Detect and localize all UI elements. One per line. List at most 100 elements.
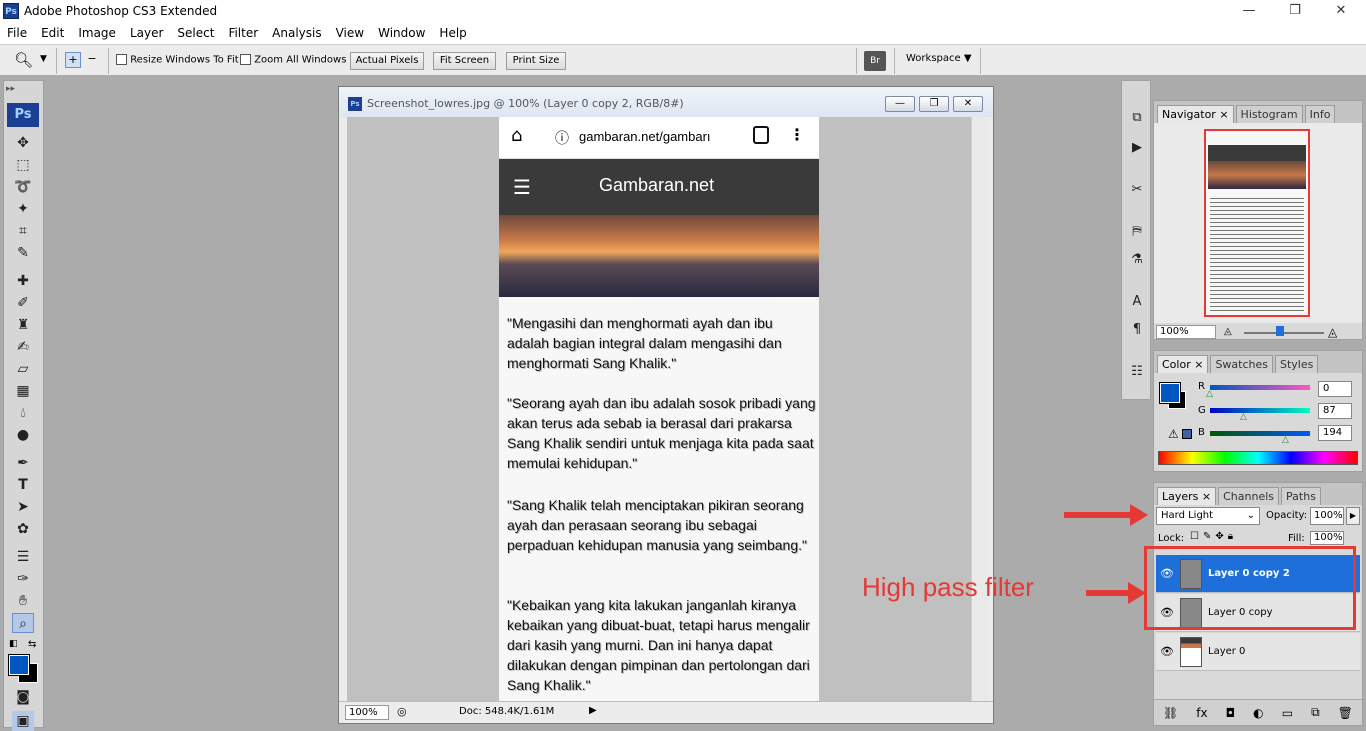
default-colors-icon[interactable]: ◧: [9, 639, 18, 649]
fill-input[interactable]: 100%: [1310, 531, 1344, 545]
eyedropper-tool-icon[interactable]: ✑: [12, 569, 34, 589]
maximize-button[interactable]: ❐: [1272, 0, 1318, 22]
fit-screen-button[interactable]: Fit Screen: [433, 52, 496, 70]
document-window[interactable]: Ps Screenshot_lowres.jpg @ 100% (Layer 0…: [338, 86, 994, 724]
resize-windows-checkbox[interactable]: Resize Windows To Fit: [116, 54, 239, 66]
channel-r-thumb-icon[interactable]: △: [1206, 389, 1213, 399]
close-button[interactable]: ✕: [1318, 0, 1364, 22]
channel-b-slider[interactable]: [1210, 431, 1310, 436]
zoom-in-icon[interactable]: +: [65, 52, 81, 68]
tab-histogram[interactable]: Histogram: [1235, 105, 1303, 123]
menu-select[interactable]: Select: [170, 26, 221, 40]
marquee-tool-icon[interactable]: ⬚: [12, 155, 34, 175]
folder-icon[interactable]: ▭: [1282, 706, 1293, 720]
channel-g-input[interactable]: 87: [1318, 403, 1352, 419]
channel-b-input[interactable]: 194: [1318, 425, 1352, 441]
new-layer-icon[interactable]: ⧉: [1311, 705, 1320, 720]
navigator-slider-thumb[interactable]: [1276, 326, 1284, 336]
layer-row[interactable]: 👁︎ Layer 0: [1156, 633, 1360, 671]
navigator-zoom-slider[interactable]: [1244, 332, 1324, 334]
menu-analysis[interactable]: Analysis: [265, 26, 328, 40]
clone-stamp-tool-icon[interactable]: ♜: [12, 315, 34, 335]
minimize-button[interactable]: —: [1226, 0, 1272, 22]
slice-tool-icon[interactable]: ✎: [12, 243, 34, 263]
tab-color[interactable]: Color ×: [1157, 355, 1209, 373]
paragraph-panel-icon[interactable]: ¶: [1126, 319, 1148, 341]
tab-paths[interactable]: Paths: [1281, 487, 1321, 505]
status-info-icon[interactable]: ◎: [397, 705, 407, 718]
out-of-gamut-warning-icon[interactable]: ⚠: [1168, 427, 1179, 441]
adjustment-icon[interactable]: ◐: [1253, 706, 1263, 720]
history-brush-tool-icon[interactable]: ✍: [12, 337, 34, 357]
tool-preset-dropdown[interactable]: ▼: [40, 54, 47, 64]
channel-g-slider[interactable]: [1210, 408, 1310, 413]
healing-brush-tool-icon[interactable]: ✚: [12, 271, 34, 291]
actions-panel-icon[interactable]: ▶: [1126, 137, 1148, 159]
gradient-tool-icon[interactable]: ▦: [12, 381, 34, 401]
tab-layers[interactable]: Layers ×: [1157, 487, 1217, 505]
doc-close-button[interactable]: ✕: [953, 96, 983, 112]
notes-tool-icon[interactable]: ☰: [12, 547, 34, 567]
fx-icon[interactable]: fx: [1196, 706, 1207, 720]
menu-window[interactable]: Window: [371, 26, 432, 40]
opacity-input[interactable]: 100%: [1310, 507, 1344, 525]
zoom-level-field[interactable]: 100%: [345, 705, 389, 720]
menu-filter[interactable]: Filter: [221, 26, 265, 40]
tab-channels[interactable]: Channels: [1218, 487, 1280, 505]
tab-swatches[interactable]: Swatches: [1210, 355, 1273, 373]
color-spectrum-bar[interactable]: [1158, 451, 1358, 465]
zoom-out-small-icon[interactable]: ◬: [1224, 326, 1232, 337]
menu-file[interactable]: File: [0, 26, 34, 40]
menu-help[interactable]: Help: [432, 26, 473, 40]
path-selection-tool-icon[interactable]: ➤: [12, 497, 34, 517]
menu-layer[interactable]: Layer: [123, 26, 170, 40]
channel-r-slider[interactable]: [1210, 385, 1310, 390]
actual-pixels-button[interactable]: Actual Pixels: [350, 52, 424, 70]
quick-mask-icon[interactable]: ◙: [12, 687, 34, 707]
character-panel-icon[interactable]: A: [1126, 291, 1148, 313]
tab-styles[interactable]: Styles: [1275, 355, 1319, 373]
navigator-view-box[interactable]: [1204, 129, 1310, 317]
tab-navigator[interactable]: Navigator ×: [1157, 105, 1234, 123]
opacity-arrow-icon[interactable]: ▶: [1346, 507, 1360, 525]
magic-wand-tool-icon[interactable]: ✦: [12, 199, 34, 219]
mask-icon[interactable]: ◘: [1226, 706, 1236, 720]
canvas[interactable]: ⌂ ⓘ gambaran.net/gambarı ⋮ ☰ Gambaran.ne…: [347, 117, 971, 701]
channel-r-input[interactable]: 0: [1318, 381, 1352, 397]
notes-panel-icon[interactable]: ☷: [1126, 361, 1148, 383]
zoom-in-small-icon[interactable]: ◬: [1328, 325, 1337, 339]
doc-minimize-button[interactable]: —: [885, 96, 915, 112]
link-icon[interactable]: ⛓: [1163, 706, 1178, 720]
toolbox-grip-icon[interactable]: ▸▸: [6, 84, 15, 94]
workspace-dropdown[interactable]: Workspace ▼: [906, 53, 972, 64]
zoom-tool-icon[interactable]: 🔍︎: [14, 51, 33, 69]
tool-presets-icon[interactable]: ✂: [1126, 179, 1148, 201]
vertical-scrollbar[interactable]: [971, 117, 989, 701]
document-title-bar[interactable]: Ps Screenshot_lowres.jpg @ 100% (Layer 0…: [339, 87, 993, 117]
trash-icon[interactable]: 🗑︎: [1338, 706, 1353, 720]
lasso-tool-icon[interactable]: ➰: [12, 177, 34, 197]
blur-tool-icon[interactable]: 💧︎: [12, 403, 34, 423]
blend-mode-select[interactable]: Hard Light ⌄: [1156, 507, 1260, 525]
status-menu-arrow-icon[interactable]: ▶: [589, 705, 597, 716]
lock-icons[interactable]: ☐✎✥🔒︎: [1190, 531, 1237, 542]
eye-icon[interactable]: 👁︎: [1160, 645, 1174, 659]
move-tool-icon[interactable]: ✥: [12, 133, 34, 153]
channel-b-thumb-icon[interactable]: △: [1282, 435, 1289, 445]
brush-tool-icon[interactable]: ✐: [12, 293, 34, 313]
clone-source-icon[interactable]: ⚗: [1126, 249, 1148, 271]
print-size-button[interactable]: Print Size: [506, 52, 566, 70]
eraser-tool-icon[interactable]: ▱: [12, 359, 34, 379]
menu-view[interactable]: View: [329, 26, 371, 40]
foreground-color-swatch[interactable]: [8, 654, 30, 676]
dodge-tool-icon[interactable]: ●: [12, 425, 34, 445]
menu-edit[interactable]: Edit: [34, 26, 71, 40]
gamut-color-swatch[interactable]: [1182, 429, 1192, 439]
swap-colors-icon[interactable]: ⇆: [28, 639, 36, 650]
hand-tool-icon[interactable]: ✋︎: [12, 591, 34, 611]
type-tool-icon[interactable]: T: [12, 475, 34, 495]
screen-mode-icon[interactable]: ▣: [12, 711, 34, 731]
crop-tool-icon[interactable]: ⌗: [12, 221, 34, 241]
brushes-panel-icon[interactable]: ⛿: [1126, 221, 1148, 243]
color-fg-swatch[interactable]: [1159, 382, 1181, 404]
